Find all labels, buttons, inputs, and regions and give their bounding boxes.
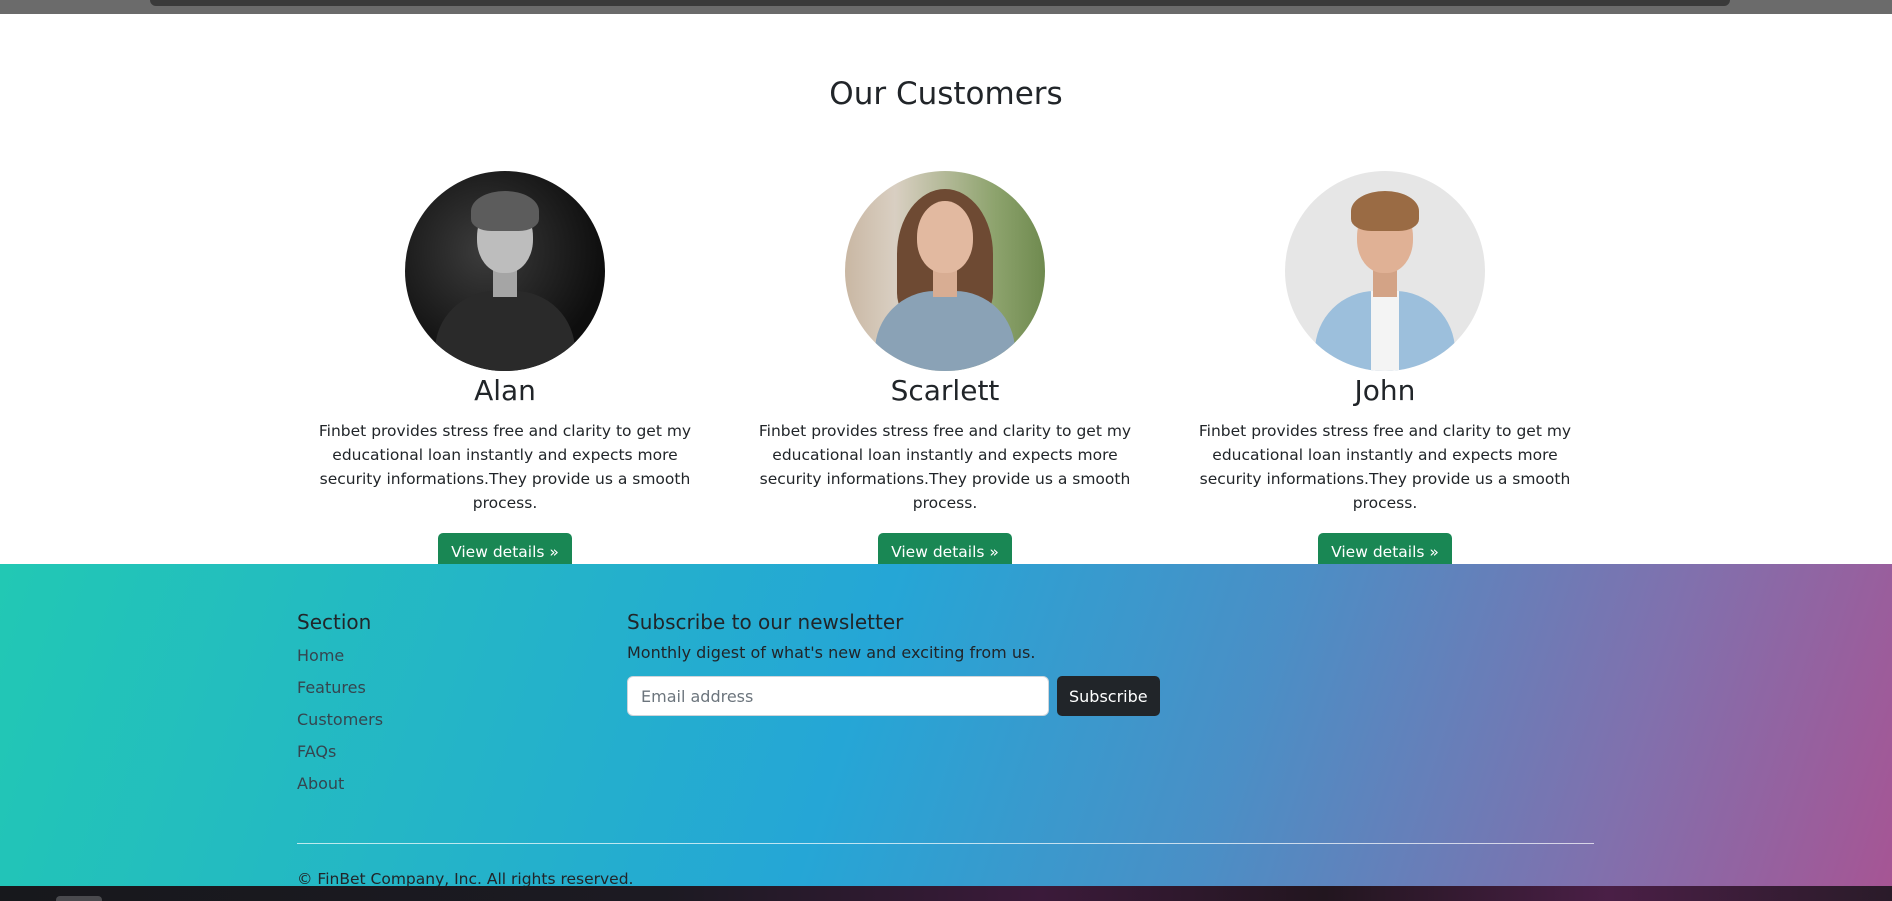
section-title: Our Customers — [829, 76, 1063, 112]
newsletter-column: Subscribe to our newsletter Monthly dige… — [627, 610, 1187, 716]
avatar-body — [435, 291, 575, 371]
avatar-hair — [471, 191, 539, 231]
customer-photo-john — [1285, 171, 1485, 371]
avatar-shirt — [1371, 291, 1399, 371]
footer-section-column: Section Home Features Customers FAQs Abo… — [297, 610, 557, 800]
customer-name: John — [1354, 374, 1416, 407]
email-input[interactable] — [627, 676, 1049, 716]
customer-testimonial: Finbet provides stress free and clarity … — [318, 422, 692, 512]
bottom-window-strip — [0, 886, 1892, 901]
customer-card-alan: Alan Finbet provides stress free and cla… — [285, 171, 725, 571]
customer-photo-scarlett — [845, 171, 1045, 371]
avatar-hair — [1351, 191, 1419, 231]
customer-testimonial: Finbet provides stress free and clarity … — [1198, 422, 1572, 512]
site-footer: Section Home Features Customers FAQs Abo… — [0, 564, 1892, 888]
customer-cards: Alan Finbet provides stress free and cla… — [0, 171, 1892, 571]
avatar-body — [875, 291, 1015, 371]
customer-card-john: John Finbet provides stress free and cla… — [1165, 171, 1605, 571]
footer-links: Home Features Customers FAQs About — [297, 640, 557, 800]
customers-section: Our Customers Alan Finbet provides stres… — [0, 14, 1892, 571]
customer-photo-alan — [405, 171, 605, 371]
footer-divider — [297, 843, 1594, 844]
footer-section-heading: Section — [297, 610, 372, 634]
footer-link-customers[interactable]: Customers — [297, 704, 557, 736]
footer-link-home[interactable]: Home — [297, 640, 557, 672]
top-window-strip — [0, 0, 1892, 14]
footer-link-faqs[interactable]: FAQs — [297, 736, 557, 768]
customer-name: Scarlett — [890, 374, 1000, 407]
subscribe-form: Subscribe — [627, 676, 1187, 716]
footer-link-features[interactable]: Features — [297, 672, 557, 704]
customer-name: Alan — [474, 374, 536, 407]
avatar-head — [917, 201, 973, 273]
bottom-strip-tab — [56, 896, 102, 901]
newsletter-heading: Subscribe to our newsletter — [627, 610, 904, 634]
top-strip-inner — [150, 0, 1730, 6]
footer-link-about[interactable]: About — [297, 768, 557, 800]
subscribe-button[interactable]: Subscribe — [1057, 676, 1160, 716]
customer-card-scarlett: Scarlett Finbet provides stress free and… — [725, 171, 1165, 571]
newsletter-description: Monthly digest of what's new and excitin… — [627, 643, 1036, 662]
customer-testimonial: Finbet provides stress free and clarity … — [758, 422, 1132, 512]
